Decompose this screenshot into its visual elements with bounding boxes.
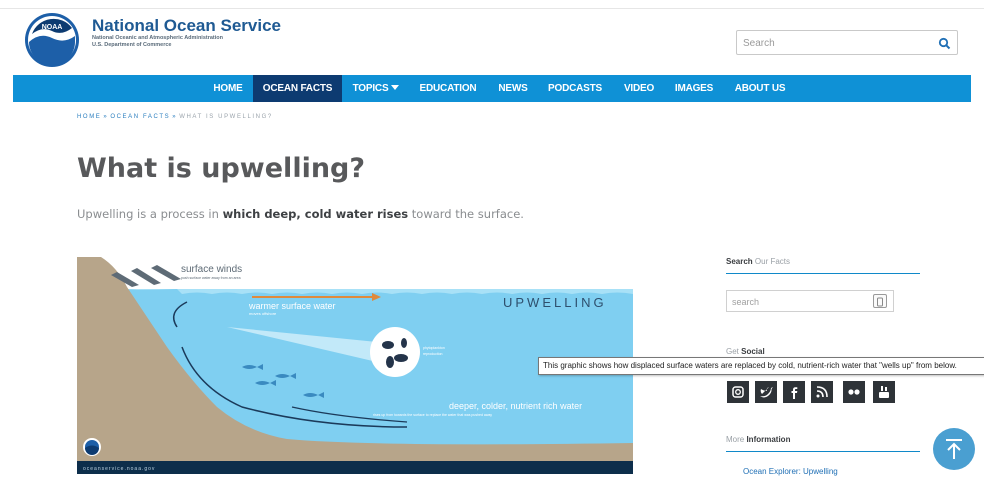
warmer-water-sublabel: moves offshore [249, 311, 277, 316]
breadcrumb-home[interactable]: HOME [77, 114, 101, 120]
nav-home[interactable]: HOME [203, 75, 253, 102]
sidebar-more-heading: More Information [726, 435, 790, 444]
facts-search [726, 290, 894, 312]
surface-winds-sublabel: push surface water away from an area [181, 276, 241, 280]
nav-ocean-facts[interactable]: OCEAN FACTS [253, 75, 342, 102]
sidebar-more-heading-pre: More [726, 435, 747, 444]
breadcrumb-separator: » [172, 114, 178, 120]
chevron-down-icon [391, 85, 400, 90]
sidebar-search-heading: Search Our Facts [726, 257, 790, 266]
phytoplankton-label: phytoplankton [423, 346, 445, 350]
sidebar-search-heading-rest: Our Facts [752, 257, 791, 266]
youtube-icon[interactable] [873, 381, 895, 403]
deep-water-sublabel: rises up from towards the surface to rep… [373, 413, 492, 417]
sidebar-social-heading: Get Social [726, 347, 765, 356]
nav-images[interactable]: IMAGES [668, 75, 720, 102]
graphic-footer-text: oceanservice.noaa.gov [83, 466, 155, 472]
site-title[interactable]: National Ocean Service [92, 17, 281, 35]
instagram-icon[interactable] [727, 381, 749, 403]
sidebar-search-heading-bold: Search [726, 257, 753, 266]
nav-podcasts[interactable]: PODCASTS [543, 75, 607, 102]
phytoplankton-circle [370, 327, 420, 377]
graphic-title: UPWELLING [503, 295, 607, 310]
nav-topics-label: TOPICS [352, 83, 389, 94]
graphic-tooltip: This graphic shows how displaced surface… [538, 357, 984, 375]
intro-before: Upwelling is a process in [77, 207, 223, 221]
facts-search-input[interactable] [732, 295, 862, 308]
nav-topics[interactable]: TOPICS [344, 75, 408, 102]
plankton-1 [382, 341, 394, 349]
page-title: What is upwelling? [77, 153, 366, 184]
facebook-icon[interactable] [783, 381, 805, 403]
surface-winds-label: surface winds [181, 264, 242, 275]
warmer-water-label: warmer surface water [248, 301, 336, 311]
sidebar-social-heading-bold: Social [741, 347, 765, 356]
plankton-4 [401, 338, 407, 348]
plankton-2 [394, 354, 408, 362]
sidebar-more-heading-bold: Information [746, 435, 791, 444]
site-subtitle-agency: National Oceanic and Atmospheric Adminis… [92, 35, 224, 41]
facts-search-button[interactable] [873, 294, 887, 308]
back-to-top-button[interactable] [933, 428, 975, 470]
nav-news[interactable]: NEWS [491, 75, 535, 102]
main-nav: HOME OCEAN FACTS TOPICS EDUCATION NEWS P… [13, 75, 971, 102]
site-search-input[interactable] [743, 35, 923, 51]
ocean-explorer-link[interactable]: Ocean Explorer: Upwelling [743, 467, 838, 476]
graphic-footer-bar [77, 461, 633, 474]
twitter-icon[interactable] [755, 381, 777, 403]
nav-about-us[interactable]: ABOUT US [729, 75, 791, 102]
breadcrumb: HOME» OCEAN FACTS» WHAT IS UPWELLING? [77, 114, 273, 120]
sidebar-divider [726, 451, 920, 452]
site-subtitle-department: U.S. Department of Commerce [92, 42, 172, 48]
intro-text: Upwelling is a process in which deep, co… [77, 207, 524, 221]
svg-text:NOAA: NOAA [42, 24, 63, 31]
plankton-3 [386, 356, 394, 368]
sidebar-social-heading-pre: Get [726, 347, 742, 356]
breadcrumb-ocean-facts[interactable]: OCEAN FACTS [110, 114, 170, 120]
nav-video[interactable]: VIDEO [617, 75, 661, 102]
rss-icon[interactable] [811, 381, 833, 403]
brand: National Ocean Service National Oceanic … [92, 17, 281, 49]
intro-after: toward the surface. [408, 207, 524, 221]
flickr-icon[interactable] [843, 381, 865, 403]
intro-bold: which deep, cold water rises [222, 207, 409, 221]
breadcrumb-current: WHAT IS UPWELLING? [179, 114, 273, 120]
breadcrumb-separator: » [103, 114, 109, 120]
noaa-logo[interactable]: NOAA [24, 12, 80, 68]
site-search [736, 30, 958, 55]
phytoplankton-sublabel: reproduction [423, 352, 443, 356]
sidebar-divider [726, 273, 920, 274]
arrow-up-icon [946, 439, 962, 459]
header-divider [0, 8, 984, 9]
deep-water-label: deeper, colder, nutrient rich water [449, 401, 582, 411]
search-icon[interactable] [938, 37, 951, 50]
nav-education[interactable]: EDUCATION [413, 75, 483, 102]
